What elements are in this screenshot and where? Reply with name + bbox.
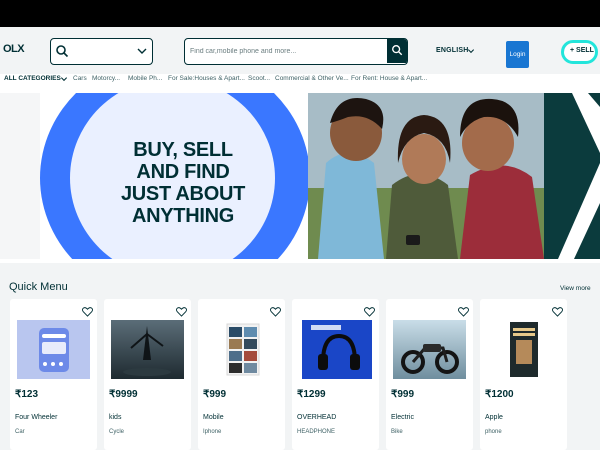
product-name: Electric [391,414,414,421]
category-link[interactable]: Commercial & Other Ve... [275,75,349,82]
product-image [299,320,372,379]
chevron-right-icon [544,93,600,259]
heart-icon[interactable] [176,307,187,317]
banner-photo [308,93,544,259]
product-image [17,320,90,379]
product-name: Four Wheeler [15,414,58,421]
heart-icon[interactable] [458,307,469,317]
search-button[interactable] [387,39,407,63]
sell-label: + SELL [570,47,594,54]
product-name: Mobile [203,414,224,421]
category-link[interactable]: Cars [73,75,87,82]
people-illustration [308,93,544,259]
product-card[interactable]: ₹999 Electric Bike [386,299,473,450]
product-price: ₹1299 [297,389,326,400]
location-selector[interactable] [50,38,153,65]
quick-menu: Quick Menu View more ₹123 Four Wheeler C… [0,263,600,450]
search-bar [184,38,408,65]
product-image [487,320,560,379]
product-image [205,320,278,379]
search-icon [56,45,69,58]
banner-graphic: BUY, SELL AND FIND JUST ABOUT ANYTHING [0,93,308,259]
product-card[interactable]: ₹1299 OVERHEAD HEADPHONE [292,299,379,450]
view-more-link[interactable]: View more [560,285,591,292]
hero-banner[interactable]: BUY, SELL AND FIND JUST ABOUT ANYTHING [0,93,600,259]
product-name: kids [109,414,122,421]
browser-top-bar [0,0,600,27]
search-icon [392,45,403,56]
product-card[interactable]: ₹9999 kids Cycle [104,299,191,450]
product-card[interactable]: ₹999 Mobile Iphone [198,299,285,450]
all-categories-dropdown[interactable]: ALL CATEGORIES [4,75,61,82]
product-price: ₹999 [203,389,227,400]
category-bar: ALL CATEGORIES Cars Motorcy... Mobile Ph… [0,74,600,88]
product-card[interactable]: ₹123 Four Wheeler Car [10,299,97,450]
header: OLX ENGLISH Login + SELL [0,27,600,74]
product-subtitle: Iphone [203,429,222,435]
product-subtitle: HEADPHONE [297,429,336,435]
olx-logo[interactable]: OLX [3,43,25,57]
banner-headline: BUY, SELL AND FIND JUST ABOUT ANYTHING [120,139,246,227]
category-link[interactable]: For Sale:Houses & Apart... [168,75,245,82]
product-price: ₹1200 [485,389,514,400]
category-link[interactable]: Mobile Ph... [128,75,162,82]
product-subtitle: phone [485,429,502,435]
product-subtitle: Car [15,429,25,435]
heart-icon[interactable] [552,307,563,317]
chevron-down-icon[interactable] [60,75,68,83]
product-price: ₹999 [391,389,415,400]
product-image [393,320,466,379]
category-link[interactable]: Scoot... [248,75,270,82]
heart-icon[interactable] [82,307,93,317]
product-subtitle: Bike [391,429,403,435]
product-card[interactable]: ₹1200 Apple phone [480,299,567,450]
category-link[interactable]: Motorcy... [92,75,120,82]
product-image [111,320,184,379]
sell-button[interactable]: + SELL [561,40,598,64]
heart-icon[interactable] [364,307,375,317]
banner-next-arrow[interactable] [544,93,600,259]
product-name: Apple [485,414,503,421]
chevron-down-icon [137,48,147,54]
product-subtitle: Cycle [109,429,125,435]
login-button[interactable]: Login [506,41,529,68]
category-link[interactable]: For Rent: House & Apart... [351,75,427,82]
heart-icon[interactable] [270,307,281,317]
product-price: ₹123 [15,389,39,400]
product-name: OVERHEAD [297,414,337,421]
product-price: ₹9999 [109,389,138,400]
search-input[interactable] [185,39,385,63]
quick-menu-title: Quick Menu [9,281,68,293]
chevron-down-icon[interactable] [467,47,475,55]
language-selector[interactable]: ENGLISH [436,47,469,54]
